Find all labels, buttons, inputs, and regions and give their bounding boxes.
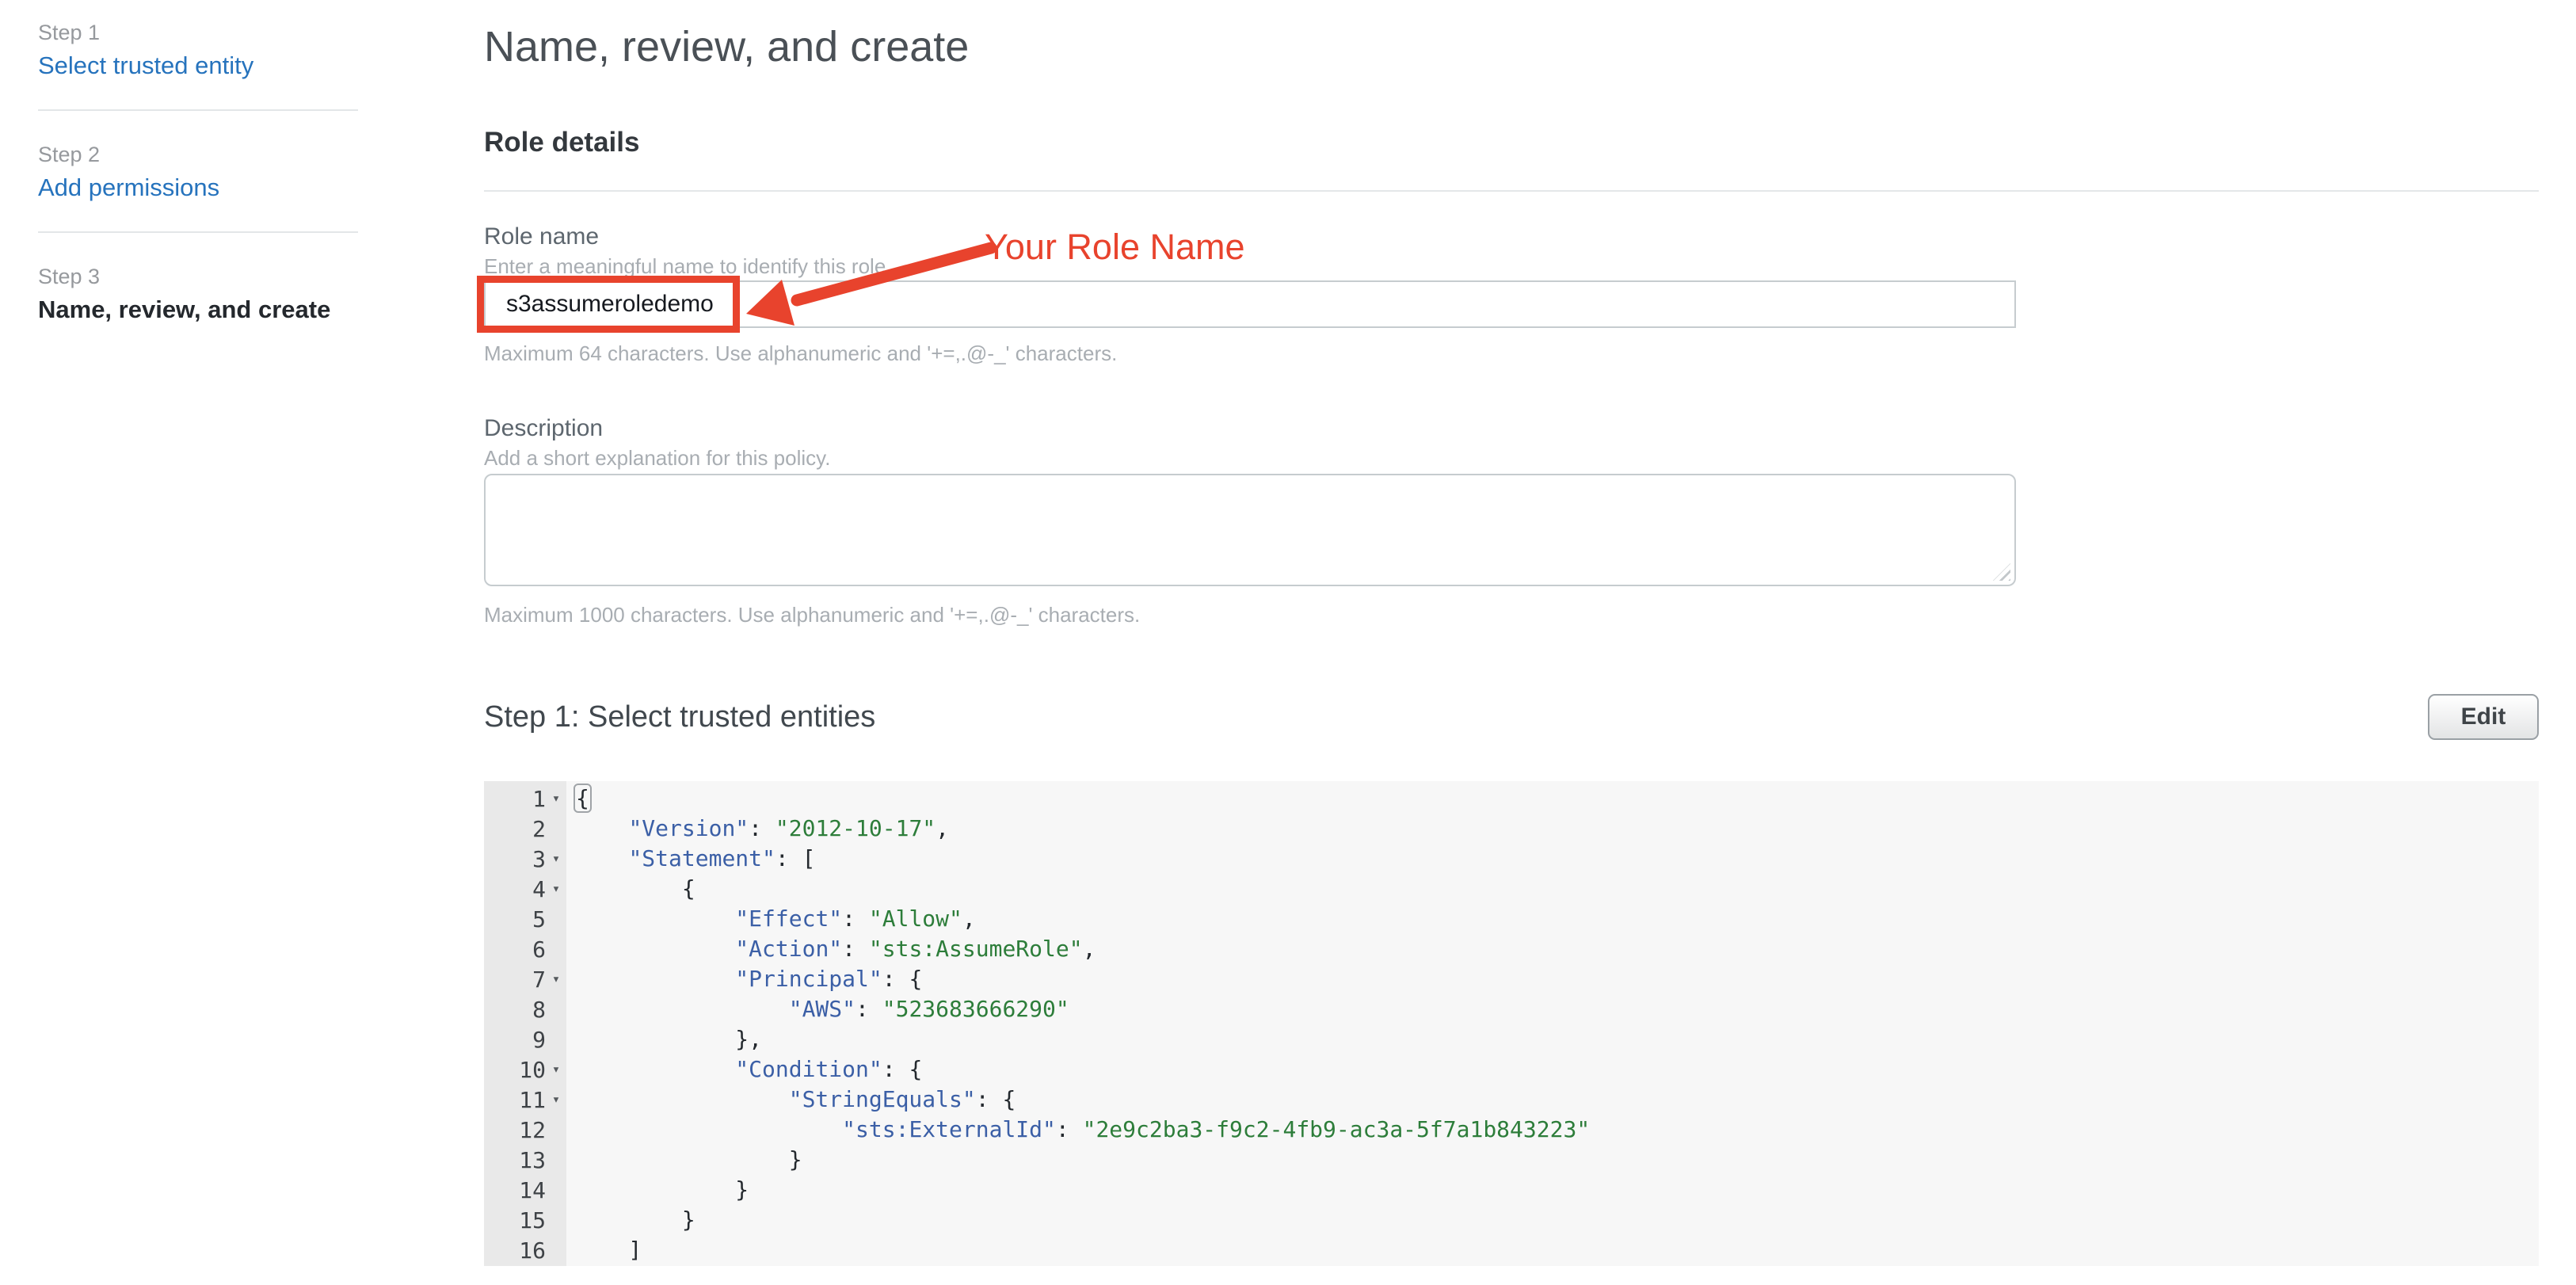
role-name-input-wrap: Your Role Name — [484, 280, 2016, 328]
gutter-line-number: 8 — [484, 994, 566, 1024]
line-number: 15 — [519, 1207, 546, 1234]
steps-sidebar: Step 1 Select trusted entity Step 2 Add … — [38, 21, 358, 325]
policy-line: "Statement": [ — [575, 844, 2539, 874]
gutter-line-number: 4▾ — [484, 874, 566, 904]
gutter-line-number: 12 — [484, 1115, 566, 1145]
role-name-help: Enter a meaningful name to identify this… — [484, 255, 2539, 277]
trusted-entities-header-row: Step 1: Select trusted entities Edit — [484, 694, 2539, 740]
sidebar-item-select-trusted-entity[interactable]: Select trusted entity — [38, 51, 253, 81]
gutter-line-number: 14 — [484, 1175, 566, 1205]
description-textarea[interactable] — [484, 474, 2016, 586]
page-title: Name, review, and create — [484, 24, 2539, 70]
line-number: 2 — [532, 816, 546, 842]
policy-line: "Principal": { — [575, 964, 2539, 994]
line-number: 13 — [519, 1147, 546, 1173]
policy-line: "sts:ExternalId": "2e9c2ba3-f9c2-4fb9-ac… — [575, 1115, 2539, 1145]
gutter-line-number: 3▾ — [484, 844, 566, 874]
policy-line: ] — [575, 1235, 2539, 1265]
policy-line: "StringEquals": { — [575, 1085, 2539, 1115]
fold-icon[interactable]: ▾ — [546, 874, 566, 904]
policy-line: }, — [575, 1024, 2539, 1054]
policy-line: "AWS": "523683666290" — [575, 994, 2539, 1024]
line-number: 1 — [532, 786, 546, 812]
role-name-label: Role name — [484, 223, 2539, 250]
gutter-line-number: 2 — [484, 814, 566, 844]
policy-line: } — [575, 1205, 2539, 1235]
role-name-constraint: Maximum 64 characters. Use alphanumeric … — [484, 342, 2539, 364]
line-number: 10 — [519, 1057, 546, 1083]
gutter-line-number: 1▾ — [484, 784, 566, 814]
divider — [484, 190, 2539, 192]
gutter-line-number: 13 — [484, 1145, 566, 1175]
gutter-line-number: 5 — [484, 904, 566, 934]
edit-button[interactable]: Edit — [2428, 694, 2539, 740]
gutter-line-number: 16 — [484, 1235, 566, 1265]
fold-icon[interactable]: ▾ — [546, 844, 566, 874]
policy-line: "Effect": "Allow", — [575, 904, 2539, 934]
sidebar-item-add-permissions[interactable]: Add permissions — [38, 173, 219, 203]
line-number: 14 — [519, 1177, 546, 1203]
gutter-line-number: 9 — [484, 1024, 566, 1054]
fold-icon[interactable]: ▾ — [546, 1054, 566, 1085]
policy-line: { — [575, 784, 2539, 814]
policy-line: } — [575, 1175, 2539, 1205]
description-label: Description — [484, 415, 2539, 442]
line-number: 12 — [519, 1117, 546, 1143]
fold-icon[interactable]: ▾ — [546, 784, 566, 814]
description-textarea-wrap — [484, 474, 2016, 586]
description-constraint: Maximum 1000 characters. Use alphanumeri… — [484, 604, 2539, 626]
line-number: 11 — [519, 1087, 546, 1113]
line-number: 4 — [532, 876, 546, 902]
divider — [38, 231, 358, 233]
role-details-heading: Role details — [484, 127, 2539, 158]
gutter-line-number: 15 — [484, 1205, 566, 1235]
policy-line: "Version": "2012-10-17", — [575, 814, 2539, 844]
line-number: 16 — [519, 1237, 546, 1264]
line-number: 7 — [532, 967, 546, 993]
policy-editor: 1▾23▾4▾567▾8910▾11▾1213141516 { "Version… — [484, 781, 2539, 1266]
main-content: Name, review, and create Role details Ro… — [484, 0, 2539, 1266]
sidebar-step-1: Step 1 Select trusted entity — [38, 21, 358, 81]
line-number: 9 — [532, 1027, 546, 1053]
gutter-line-number: 7▾ — [484, 964, 566, 994]
line-number: 5 — [532, 906, 546, 932]
line-number: 3 — [532, 846, 546, 872]
gutter-line-number: 6 — [484, 934, 566, 964]
policy-editor-gutter: 1▾23▾4▾567▾8910▾11▾1213141516 — [484, 781, 566, 1266]
sidebar-step-3: Step 3 Name, review, and create — [38, 265, 358, 325]
fold-icon[interactable]: ▾ — [546, 964, 566, 994]
line-number: 8 — [532, 997, 546, 1023]
line-number: 6 — [532, 936, 546, 963]
policy-line: } — [575, 1145, 2539, 1175]
gutter-line-number: 11▾ — [484, 1085, 566, 1115]
step-3-label: Step 3 — [38, 265, 358, 288]
fold-icon[interactable]: ▾ — [546, 1085, 566, 1115]
policy-line: "Condition": { — [575, 1054, 2539, 1085]
step-2-label: Step 2 — [38, 143, 358, 166]
trusted-entities-heading: Step 1: Select trusted entities — [484, 700, 875, 734]
description-help: Add a short explanation for this policy. — [484, 447, 2539, 469]
policy-editor-code[interactable]: { "Version": "2012-10-17", "Statement": … — [566, 781, 2539, 1266]
gutter-line-number: 10▾ — [484, 1054, 566, 1085]
sidebar-step-2: Step 2 Add permissions — [38, 143, 358, 203]
divider — [38, 109, 358, 111]
role-name-input[interactable] — [484, 280, 2016, 328]
policy-line: "Action": "sts:AssumeRole", — [575, 934, 2539, 964]
policy-line: { — [575, 874, 2539, 904]
step-1-label: Step 1 — [38, 21, 358, 44]
sidebar-item-name-review-create-current: Name, review, and create — [38, 295, 358, 325]
